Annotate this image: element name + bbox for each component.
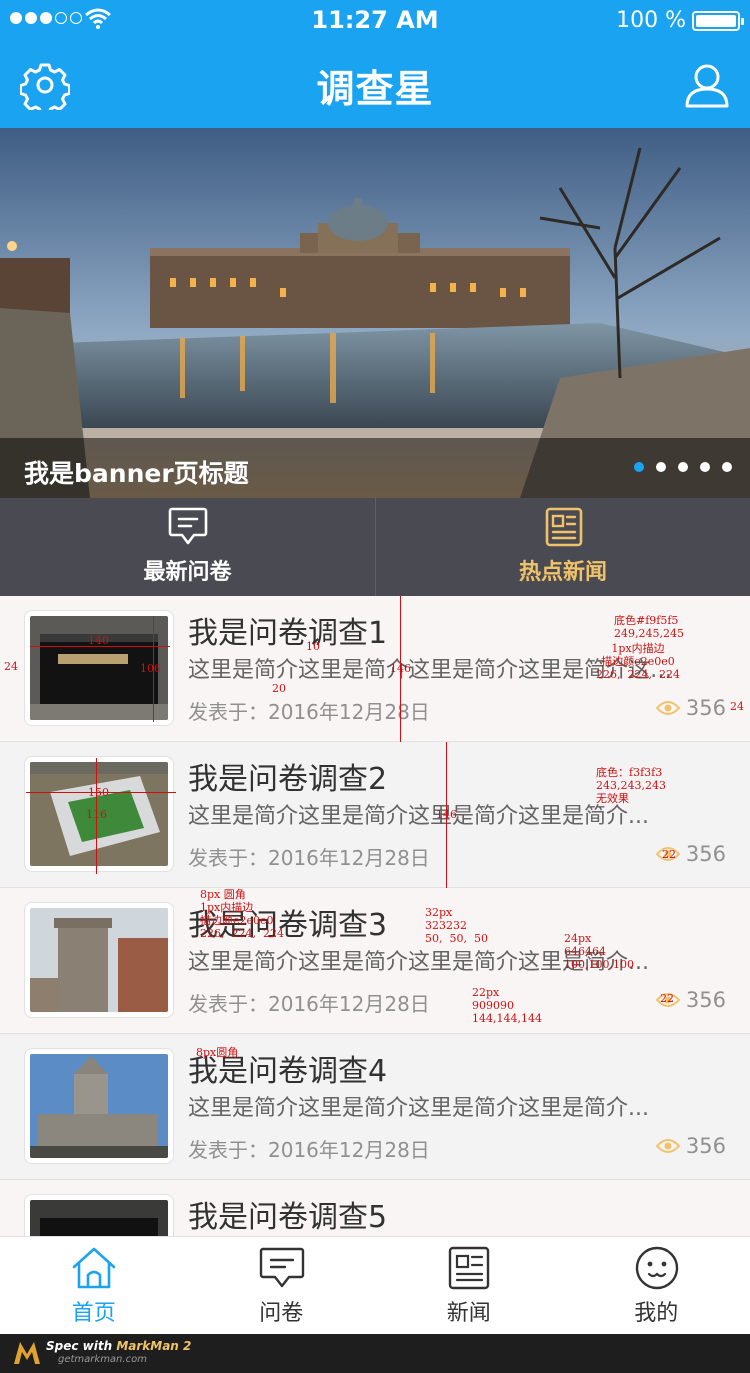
- footer-url: getmarkman.com: [58, 1354, 147, 1365]
- tab-label: 我的: [634, 1301, 679, 1326]
- page-title: 调查星: [316, 67, 434, 111]
- view-count: 356: [655, 842, 726, 866]
- pagination-dot[interactable]: [634, 462, 644, 472]
- footer-brand-prefix: Spec with: [46, 1339, 113, 1353]
- view-count-value: 356: [685, 842, 726, 866]
- footer-brand: Spec with MarkMan 2: [46, 1339, 191, 1353]
- list-item[interactable]: 我是问卷调查4 这里是简介这里是简介这里是简介这里是简介... 发表于：2016…: [0, 1034, 750, 1180]
- item-date: 发表于：2016年12月28日: [188, 992, 430, 1016]
- tab-home[interactable]: 首页: [0, 1237, 188, 1335]
- home-icon: [72, 1247, 116, 1289]
- list-item[interactable]: 我是问卷调查1 这里是简介这里是简介这里是简介这里是简介这里是简介 发表于：20…: [0, 596, 750, 742]
- tab-hot-news[interactable]: 热点新闻: [375, 498, 750, 596]
- thumbnail-image: [30, 1054, 168, 1158]
- view-count-value: 356: [685, 1134, 726, 1158]
- eye-icon: [655, 847, 680, 861]
- tab-news[interactable]: 新闻: [375, 1237, 563, 1335]
- eye-icon: [655, 993, 680, 1007]
- thumbnail-image: [30, 1200, 168, 1236]
- news-icon: [545, 507, 583, 547]
- message-icon: [259, 1247, 304, 1288]
- pagination-dot[interactable]: [656, 462, 666, 472]
- tab-mine[interactable]: 我的: [563, 1237, 750, 1335]
- tab-label: 最新问卷: [143, 560, 232, 585]
- status-bar: 11:27 AM 100 %: [0, 0, 750, 40]
- item-title: 我是问卷调查2: [188, 762, 388, 797]
- view-count: 356: [655, 1134, 726, 1158]
- banner-caption: 我是banner页标题: [0, 438, 750, 498]
- list-item[interactable]: 我是问卷调查3 这里是简介这里是简介这里是简介这里是简介... 发表于：2016…: [0, 888, 750, 1034]
- item-date: 发表于：2016年12月28日: [188, 700, 430, 724]
- pagination-dot[interactable]: [722, 462, 732, 472]
- item-date: 发表于：2016年12月28日: [188, 846, 430, 870]
- item-date: 发表于：2016年12月28日: [188, 1138, 430, 1162]
- message-icon: [168, 507, 208, 545]
- app-screen: { "status_bar": {"time": "11:27 AM", "ba…: [0, 0, 750, 1373]
- battery-icon: [692, 11, 744, 31]
- markman-logo-icon: [14, 1342, 40, 1364]
- thumbnail-frame: [24, 1194, 174, 1236]
- bottom-tab-bar: 首页 问卷 新闻 我的: [0, 1236, 750, 1334]
- pagination-dot[interactable]: [678, 462, 688, 472]
- item-intro: 这里是简介这里是简介这里是简介这里是简介...: [188, 804, 649, 829]
- survey-list: 我是问卷调查1 这里是简介这里是简介这里是简介这里是简介这里是简介 发表于：20…: [0, 596, 750, 1236]
- thumbnail-frame: [24, 610, 174, 726]
- list-item[interactable]: 我是问卷调查2 这里是简介这里是简介这里是简介这里是简介... 发表于：2016…: [0, 742, 750, 888]
- thumbnail-frame: [24, 756, 174, 872]
- thumbnail-frame: [24, 902, 174, 1018]
- banner-carousel[interactable]: 我是banner页标题: [0, 128, 750, 498]
- markman-footer: Spec with MarkMan 2 getmarkman.com: [0, 1334, 750, 1373]
- eye-icon: [655, 701, 680, 715]
- user-icon[interactable]: [682, 60, 732, 110]
- battery-percent: 100 %: [616, 8, 686, 33]
- thumbnail-image: [30, 616, 168, 720]
- footer-brand-name: MarkMan 2: [116, 1339, 192, 1353]
- thumbnail-image: [30, 908, 168, 1012]
- item-title: 我是问卷调查4: [188, 1054, 388, 1089]
- item-title: 我是问卷调查5: [188, 1200, 388, 1235]
- tab-label: 首页: [71, 1301, 116, 1326]
- view-count-value: 356: [685, 696, 726, 720]
- tab-survey[interactable]: 问卷: [188, 1237, 376, 1335]
- view-count: 356: [655, 696, 726, 720]
- item-intro: 这里是简介这里是简介这里是简介这里是简介...: [188, 950, 649, 975]
- tab-label: 新闻: [446, 1301, 491, 1326]
- list-item[interactable]: 我是问卷调查5: [0, 1180, 750, 1236]
- item-title: 我是问卷调查3: [188, 908, 388, 943]
- tab-label: 热点新闻: [518, 560, 607, 585]
- item-intro: 这里是简介这里是简介这里是简介这里是简介...: [188, 1096, 649, 1121]
- view-count-value: 356: [685, 988, 726, 1012]
- top-bar: 11:27 AM 100 % 调查星: [0, 0, 750, 128]
- pagination-dot[interactable]: [700, 462, 710, 472]
- news-icon: [448, 1246, 490, 1290]
- tab-label: 问卷: [259, 1301, 304, 1326]
- banner-title: 我是banner页标题: [24, 459, 249, 488]
- view-count: 356: [655, 988, 726, 1012]
- smiley-icon: [635, 1246, 678, 1290]
- thumbnail-frame: [24, 1048, 174, 1164]
- banner-pagination[interactable]: [634, 462, 732, 472]
- thumbnail-image: [30, 762, 168, 866]
- item-intro: 这里是简介这里是简介这里是简介这里是简介这里是简介: [188, 658, 688, 683]
- eye-icon: [655, 1139, 680, 1153]
- tab-latest-survey[interactable]: 最新问卷: [0, 498, 375, 596]
- segment-tabs: 最新问卷 热点新闻: [0, 498, 750, 596]
- item-title: 我是问卷调查1: [188, 616, 388, 651]
